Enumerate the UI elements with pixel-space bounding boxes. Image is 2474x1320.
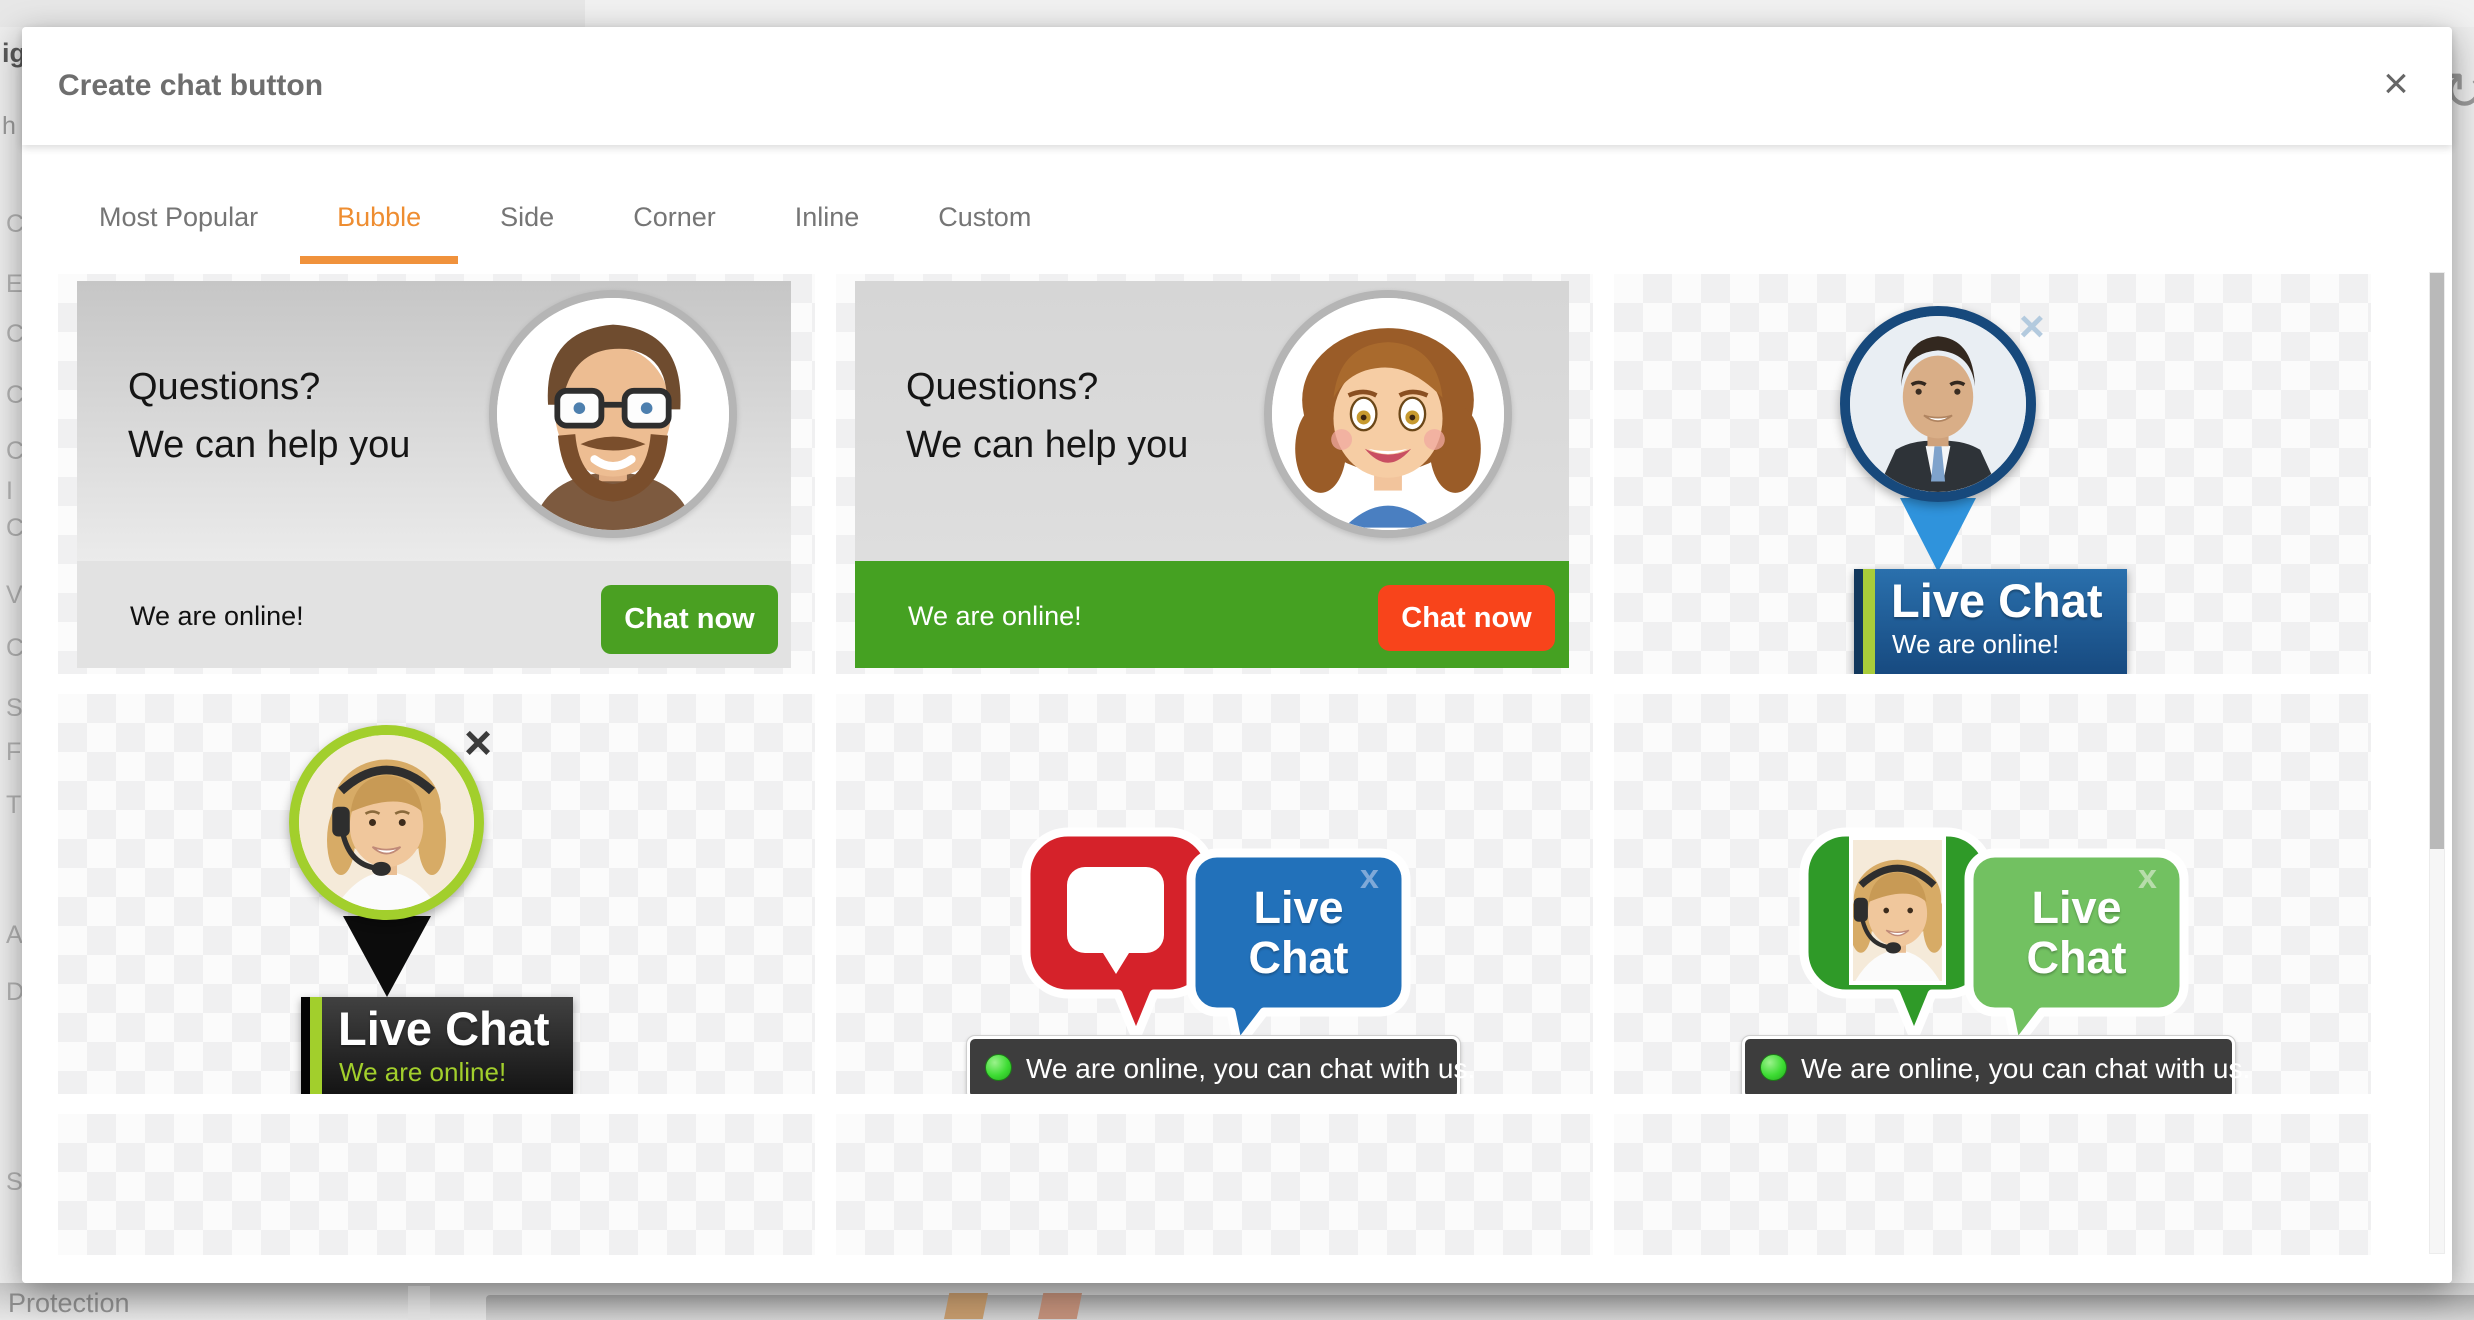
template-card-empty[interactable]: [58, 1114, 815, 1255]
online-status-bar: We are online, you can chat with us.: [1742, 1036, 2235, 1094]
background-sidebar-letter: T: [6, 791, 21, 820]
avatar-photo-woman-headset: [1849, 836, 1946, 985]
template-card-banner-gray[interactable]: Questions? We can help you: [58, 274, 815, 674]
online-status-text: We are online!: [339, 1057, 506, 1088]
chat-now-button-preview: Chat now: [1378, 585, 1555, 651]
online-status-text: We are online!: [1892, 629, 2059, 660]
banner-heading-line2: We can help you: [128, 416, 410, 474]
background-protection-label: Protection: [8, 1288, 130, 1319]
live-chat-label-preview: Live Chat We are online!: [1854, 569, 2127, 674]
online-status-text: We are online!: [130, 601, 304, 632]
background-top-band: [0, 0, 585, 27]
scrollbar-thumb[interactable]: [2430, 273, 2444, 849]
avatar-cartoon-man: [489, 290, 737, 538]
modal-body: Most Popular Bubble Side Corner Inline C…: [22, 145, 2452, 1283]
template-card-bubbles-blue[interactable]: Live Chat x We are online, you can chat …: [836, 694, 1593, 1094]
close-icon: x: [1360, 858, 1379, 897]
close-icon[interactable]: ×: [2366, 55, 2426, 115]
banner-heading-line1: Questions?: [906, 358, 1188, 416]
tab-bubble[interactable]: Bubble: [337, 202, 421, 233]
online-dot-icon: [1760, 1054, 1787, 1081]
background-sidebar-letter: S: [6, 694, 23, 723]
background-sidebar-letter: E: [6, 270, 23, 299]
background-sidebar-letter: I: [6, 477, 13, 506]
tab-side[interactable]: Side: [500, 202, 554, 233]
online-status-text: We are online, you can chat with us.: [1026, 1053, 1475, 1085]
banner-heading-line1: Questions?: [128, 358, 410, 416]
tab-most-popular[interactable]: Most Popular: [99, 202, 258, 233]
tab-custom[interactable]: Custom: [938, 202, 1031, 233]
background-illustration-fragment: [944, 1293, 988, 1319]
background-illustration-fragment: [1038, 1293, 1082, 1319]
label-stripe-lime: [310, 997, 322, 1094]
template-grid: Questions? We can help you: [22, 145, 2452, 1255]
template-category-tabs: Most Popular Bubble Side Corner Inline C…: [99, 202, 1031, 233]
online-status-text: We are online!: [908, 601, 1082, 632]
background-sidebar-letter: V: [6, 581, 23, 610]
online-dot-icon: [985, 1054, 1012, 1081]
label-stripe-dark: [301, 997, 310, 1094]
vertical-scrollbar[interactable]: [2429, 272, 2445, 1254]
live-chat-title: Live Chat: [338, 1001, 550, 1056]
avatar-photo-woman-headset: [289, 725, 484, 920]
banner-heading: Questions? We can help you: [128, 358, 410, 474]
online-status-text: We are online, you can chat with us.: [1801, 1053, 2250, 1085]
live-word: Live: [2031, 883, 2121, 933]
template-card-empty[interactable]: [836, 1114, 1593, 1255]
template-card-banner-green[interactable]: Questions? We can help you: [836, 274, 1593, 674]
template-card-pin-blue[interactable]: ×: [1614, 274, 2371, 674]
pin-pointer: [343, 916, 431, 997]
template-card-pin-black[interactable]: ×: [58, 694, 815, 1094]
close-icon: ×: [2019, 302, 2045, 352]
avatar-cartoon-woman: [1264, 290, 1512, 538]
background-panel-edge: [486, 1295, 2474, 1320]
template-card-bubbles-green[interactable]: Live Chat x We are online, you can chat …: [1614, 694, 2371, 1094]
template-card-empty[interactable]: [1614, 1114, 2371, 1255]
online-status-bar: We are online, you can chat with us.: [967, 1036, 1460, 1094]
background-sidebar-letter: A: [6, 921, 23, 950]
close-icon: x: [2138, 858, 2157, 897]
live-chat-label-preview: Live Chat We are online!: [301, 997, 573, 1094]
chat-word: Chat: [1249, 933, 1349, 983]
live-chat-title: Live Chat: [1891, 573, 2103, 628]
background-text-fragment: h: [2, 112, 16, 141]
tab-inline[interactable]: Inline: [795, 202, 860, 233]
create-chat-button-modal: Create chat button × Most Popular Bubble…: [22, 27, 2452, 1283]
background-top-band-right: [585, 0, 2474, 27]
label-stripe-dark: [1854, 569, 1863, 674]
live-word: Live: [1253, 883, 1343, 933]
chat-word: Chat: [2027, 933, 2127, 983]
close-icon: ×: [464, 716, 492, 771]
label-stripe-lime: [1863, 569, 1875, 674]
background-divider: [408, 1286, 430, 1320]
modal-header: Create chat button ×: [22, 27, 2452, 145]
banner-heading-line2: We can help you: [906, 416, 1188, 474]
background-sidebar-letter: F: [6, 738, 21, 767]
modal-title: Create chat button: [58, 27, 323, 145]
chat-now-button-preview: Chat now: [601, 585, 778, 654]
avatar-photo-man: [1840, 306, 2036, 502]
tab-corner[interactable]: Corner: [633, 202, 716, 233]
banner-heading: Questions? We can help you: [906, 358, 1188, 474]
background-sidebar-letter: S: [6, 1168, 23, 1197]
pin-pointer: [1900, 498, 1976, 572]
